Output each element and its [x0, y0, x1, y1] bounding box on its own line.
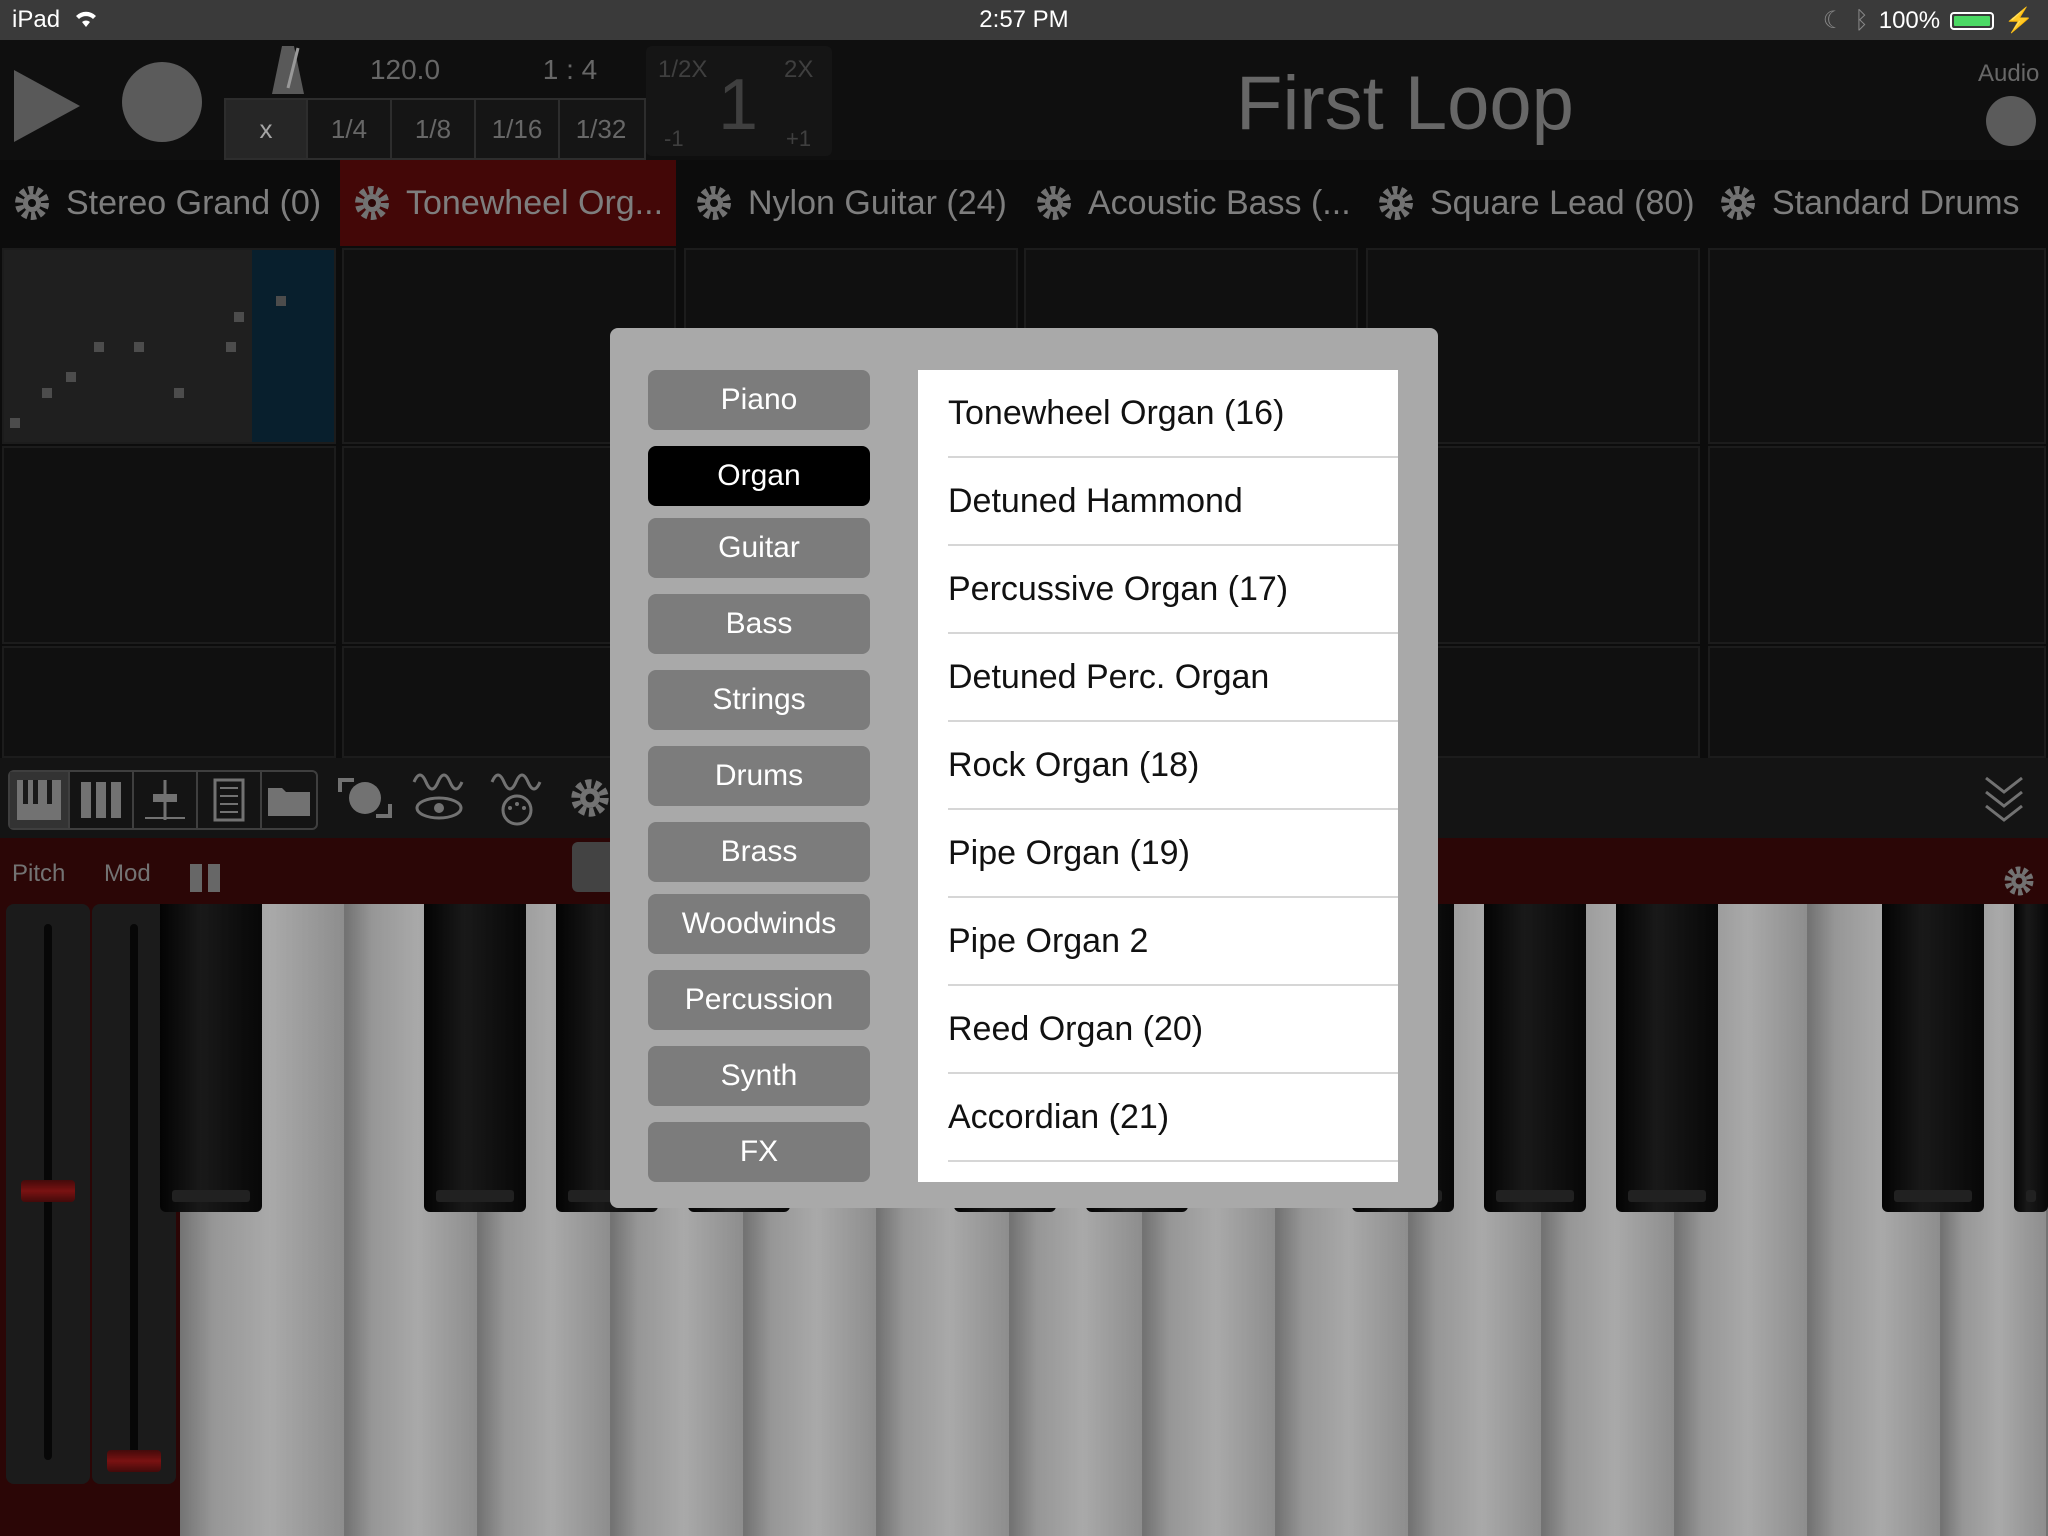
category-strings[interactable]: Strings — [648, 670, 870, 730]
instrument-item[interactable]: Accordian (21) — [948, 1074, 1398, 1162]
instrument-item[interactable]: Detuned Perc. Organ — [948, 634, 1398, 722]
battery-icon — [1950, 11, 1995, 30]
category-synth[interactable]: Synth — [648, 1046, 870, 1106]
category-drums[interactable]: Drums — [648, 746, 870, 806]
instrument-item[interactable]: Rock Organ (18) — [948, 722, 1398, 810]
battery-percent: 100% — [1878, 6, 1941, 34]
instrument-item[interactable]: Reed Organ (20) — [948, 986, 1398, 1074]
category-woodwinds[interactable]: Woodwinds — [648, 894, 870, 954]
instrument-item[interactable]: Pipe Organ 2 — [948, 898, 1398, 986]
instrument-picker-dialog: Piano Organ Guitar Bass Strings Drums Br… — [610, 328, 1438, 1208]
instrument-item[interactable]: Detuned Hammond — [948, 458, 1398, 546]
instrument-item[interactable]: Pipe Organ (19) — [948, 810, 1398, 898]
status-time: 2:57 PM — [979, 6, 1069, 33]
moon-icon: ☾ — [1822, 7, 1845, 34]
category-guitar[interactable]: Guitar — [648, 518, 870, 578]
bluetooth-icon: ᛒ — [1854, 6, 1869, 34]
instrument-item[interactable]: Tonewheel Organ (16) — [948, 370, 1398, 458]
status-right: ☾ ᛒ 100% ⚡ — [1823, 6, 2034, 35]
category-brass[interactable]: Brass — [648, 822, 870, 882]
category-piano[interactable]: Piano — [648, 370, 870, 430]
category-percussion[interactable]: Percussion — [648, 970, 870, 1030]
instrument-item[interactable]: Percussive Organ (17) — [948, 546, 1398, 634]
charging-icon: ⚡ — [2004, 7, 2034, 34]
instrument-list[interactable]: Tonewheel Organ (16) Detuned Hammond Per… — [918, 370, 1398, 1182]
status-bar: iPad 2:57 PM ☾ ᛒ 100% ⚡ — [0, 0, 2048, 40]
category-fx[interactable]: FX — [648, 1122, 870, 1182]
category-bass[interactable]: Bass — [648, 594, 870, 654]
category-organ[interactable]: Organ — [648, 446, 870, 506]
